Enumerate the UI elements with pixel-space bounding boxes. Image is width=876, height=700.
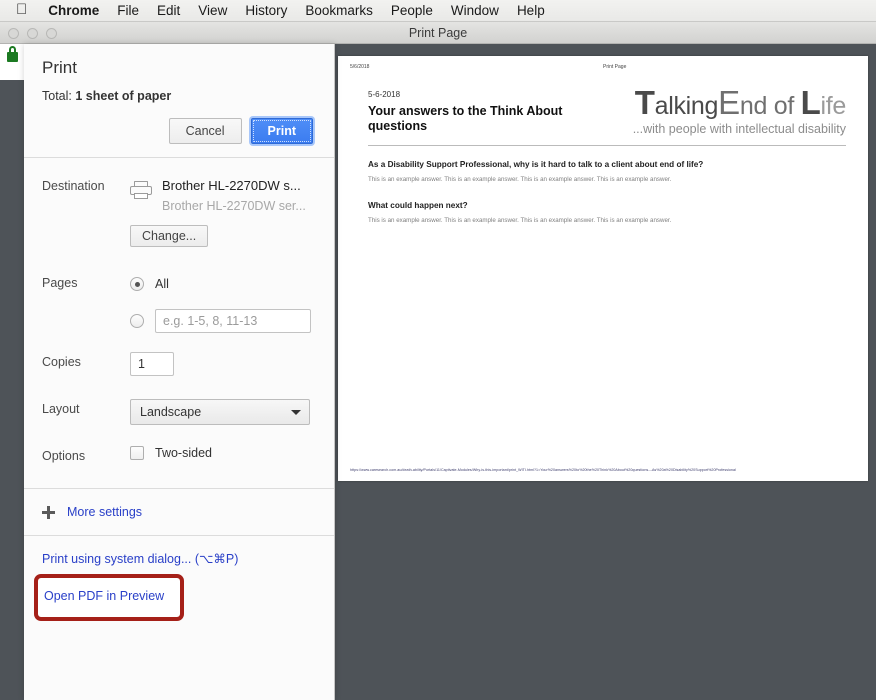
document-body: 5-6-2018 Your answers to the Think About… bbox=[368, 84, 846, 224]
logo-tagline: ...with people with intellectual disabil… bbox=[632, 121, 846, 136]
options-row: Options Two-sided bbox=[24, 427, 334, 488]
chevron-down-icon bbox=[291, 410, 301, 416]
print-button[interactable]: Print bbox=[250, 118, 313, 144]
total-sheets-summary: Total: 1 sheet of paper bbox=[42, 89, 316, 103]
page-header-title: Print Page bbox=[603, 64, 627, 70]
question-answer-2: This is an example answer. This is an ex… bbox=[368, 216, 672, 224]
document-title: Your answers to the Think About question… bbox=[368, 104, 563, 134]
print-dialog: Print Total: 1 sheet of paper Cancel Pri… bbox=[24, 44, 335, 700]
logo-wordmark: TalkingEnd of Life bbox=[594, 84, 847, 121]
print-settings: Destination Brother HL-2270DW s... Broth… bbox=[24, 158, 334, 622]
options-label: Options bbox=[42, 449, 86, 464]
secure-lock-icon bbox=[7, 46, 18, 62]
menu-item-view[interactable]: View bbox=[189, 3, 236, 18]
page-title: Print bbox=[42, 58, 77, 77]
page-header-date: 5/6/2018 bbox=[350, 64, 370, 70]
menu-item-chrome[interactable]: Chrome bbox=[39, 3, 108, 18]
window-title: Print Page bbox=[408, 26, 468, 40]
cancel-button[interactable]: Cancel bbox=[168, 118, 242, 144]
destination-row: Destination Brother HL-2270DW s... Broth… bbox=[24, 158, 334, 215]
page-footer-url: https://www.caresearch.com.au/death-abil… bbox=[350, 468, 736, 472]
question-heading-1: As a Disability Support Professional, wh… bbox=[368, 159, 704, 169]
logo-word-of: of bbox=[767, 92, 801, 120]
print-dialog-actions: Cancel Print bbox=[24, 103, 334, 158]
pages-all-option[interactable]: All bbox=[130, 273, 316, 295]
screen:  Chrome File Edit View History Bookmark… bbox=[0, 0, 876, 700]
copies-input[interactable] bbox=[130, 352, 174, 377]
menu-item-history[interactable]: History bbox=[236, 3, 296, 18]
layout-select[interactable]: Landscape bbox=[130, 399, 310, 426]
logo-letter-l: L bbox=[800, 84, 821, 121]
two-sided-checkbox[interactable] bbox=[130, 446, 144, 461]
copies-row: Copies bbox=[24, 333, 334, 380]
plus-icon bbox=[42, 505, 55, 519]
preview-page[interactable]: 5/6/2018 Print Page 5-6-2018 Your answer… bbox=[338, 56, 868, 481]
total-prefix: Total: bbox=[42, 89, 76, 103]
menu-item-window[interactable]: Window bbox=[442, 3, 508, 18]
print-preview-pane: 5/6/2018 Print Page 5-6-2018 Your answer… bbox=[336, 44, 876, 700]
logo-letter-t: T bbox=[634, 84, 655, 121]
logo-word-alking: alking bbox=[654, 92, 719, 120]
open-pdf-highlight: Open PDF in Preview bbox=[34, 574, 184, 622]
pages-custom-radio[interactable] bbox=[130, 314, 144, 329]
menu-item-edit[interactable]: Edit bbox=[148, 3, 189, 18]
print-using-system-dialog-link[interactable]: Print using system dialog... (⌥⌘P) bbox=[42, 552, 238, 566]
menu-item-file[interactable]: File bbox=[108, 3, 148, 18]
layout-row: Layout Landscape bbox=[24, 380, 334, 427]
system-dialog-row: Print using system dialog... (⌥⌘P) bbox=[24, 536, 334, 568]
destination-label: Destination bbox=[42, 179, 105, 193]
apple-logo-icon[interactable]:  bbox=[0, 2, 39, 17]
pages-label: Pages bbox=[42, 276, 78, 291]
destination-control[interactable]: Brother HL-2270DW s... Brother HL-2270DW… bbox=[130, 174, 316, 215]
destination-printer-name: Brother HL-2270DW s... bbox=[162, 178, 301, 193]
two-sided-option[interactable]: Two-sided bbox=[130, 446, 316, 461]
layout-select-value[interactable]: Landscape bbox=[130, 399, 310, 426]
options-control: Two-sided bbox=[130, 444, 316, 461]
pages-all-label: All bbox=[155, 277, 169, 292]
change-destination-row: Change... bbox=[24, 215, 334, 255]
question-heading-2: What could happen next? bbox=[368, 200, 468, 210]
destination-printer-sub: Brother HL-2270DW ser... bbox=[162, 198, 306, 213]
window-titlebar: Print Page bbox=[0, 22, 876, 44]
page-running-header: 5/6/2018 Print Page bbox=[338, 64, 868, 76]
talking-end-of-life-logo: TalkingEnd of Life ...with people with i… bbox=[594, 84, 847, 136]
print-dialog-header: Print Total: 1 sheet of paper bbox=[24, 44, 334, 103]
pages-control: All bbox=[130, 271, 316, 334]
document-header: 5-6-2018 Your answers to the Think About… bbox=[368, 84, 847, 136]
pages-all-radio[interactable] bbox=[130, 277, 144, 292]
document-header-text: 5-6-2018 Your answers to the Think About… bbox=[368, 84, 593, 135]
pages-row: Pages All bbox=[24, 255, 334, 334]
logo-letter-e: E bbox=[718, 84, 740, 121]
total-value: 1 sheet of paper bbox=[75, 89, 172, 103]
two-sided-label: Two-sided bbox=[155, 446, 212, 461]
question-answer-1: This is an example answer. This is an ex… bbox=[368, 175, 672, 183]
document-date: 5-6-2018 bbox=[368, 90, 401, 99]
document-divider bbox=[368, 144, 846, 146]
logo-word-ife: ife bbox=[820, 92, 846, 120]
pages-custom-input[interactable] bbox=[155, 309, 311, 334]
more-settings-link[interactable]: More settings bbox=[67, 505, 142, 519]
copies-control bbox=[130, 350, 316, 377]
more-settings-row[interactable]: More settings bbox=[24, 489, 334, 535]
printer-icon bbox=[130, 181, 152, 199]
copies-label: Copies bbox=[42, 355, 81, 370]
pages-custom-option[interactable] bbox=[130, 309, 316, 334]
menu-item-bookmarks[interactable]: Bookmarks bbox=[296, 3, 382, 18]
mac-menu-bar:  Chrome File Edit View History Bookmark… bbox=[0, 0, 876, 22]
layout-label: Layout bbox=[42, 402, 80, 417]
browser-window: Print Page 5/6/2018 Print Page 5-6-2018 … bbox=[0, 22, 876, 700]
change-destination-button[interactable]: Change... bbox=[130, 225, 209, 248]
layout-control: Landscape bbox=[130, 397, 316, 426]
menu-item-people[interactable]: People bbox=[382, 3, 442, 18]
menu-item-help[interactable]: Help bbox=[508, 3, 554, 18]
open-pdf-in-preview-link[interactable]: Open PDF in Preview bbox=[44, 589, 164, 603]
logo-word-nd: nd bbox=[739, 92, 768, 120]
